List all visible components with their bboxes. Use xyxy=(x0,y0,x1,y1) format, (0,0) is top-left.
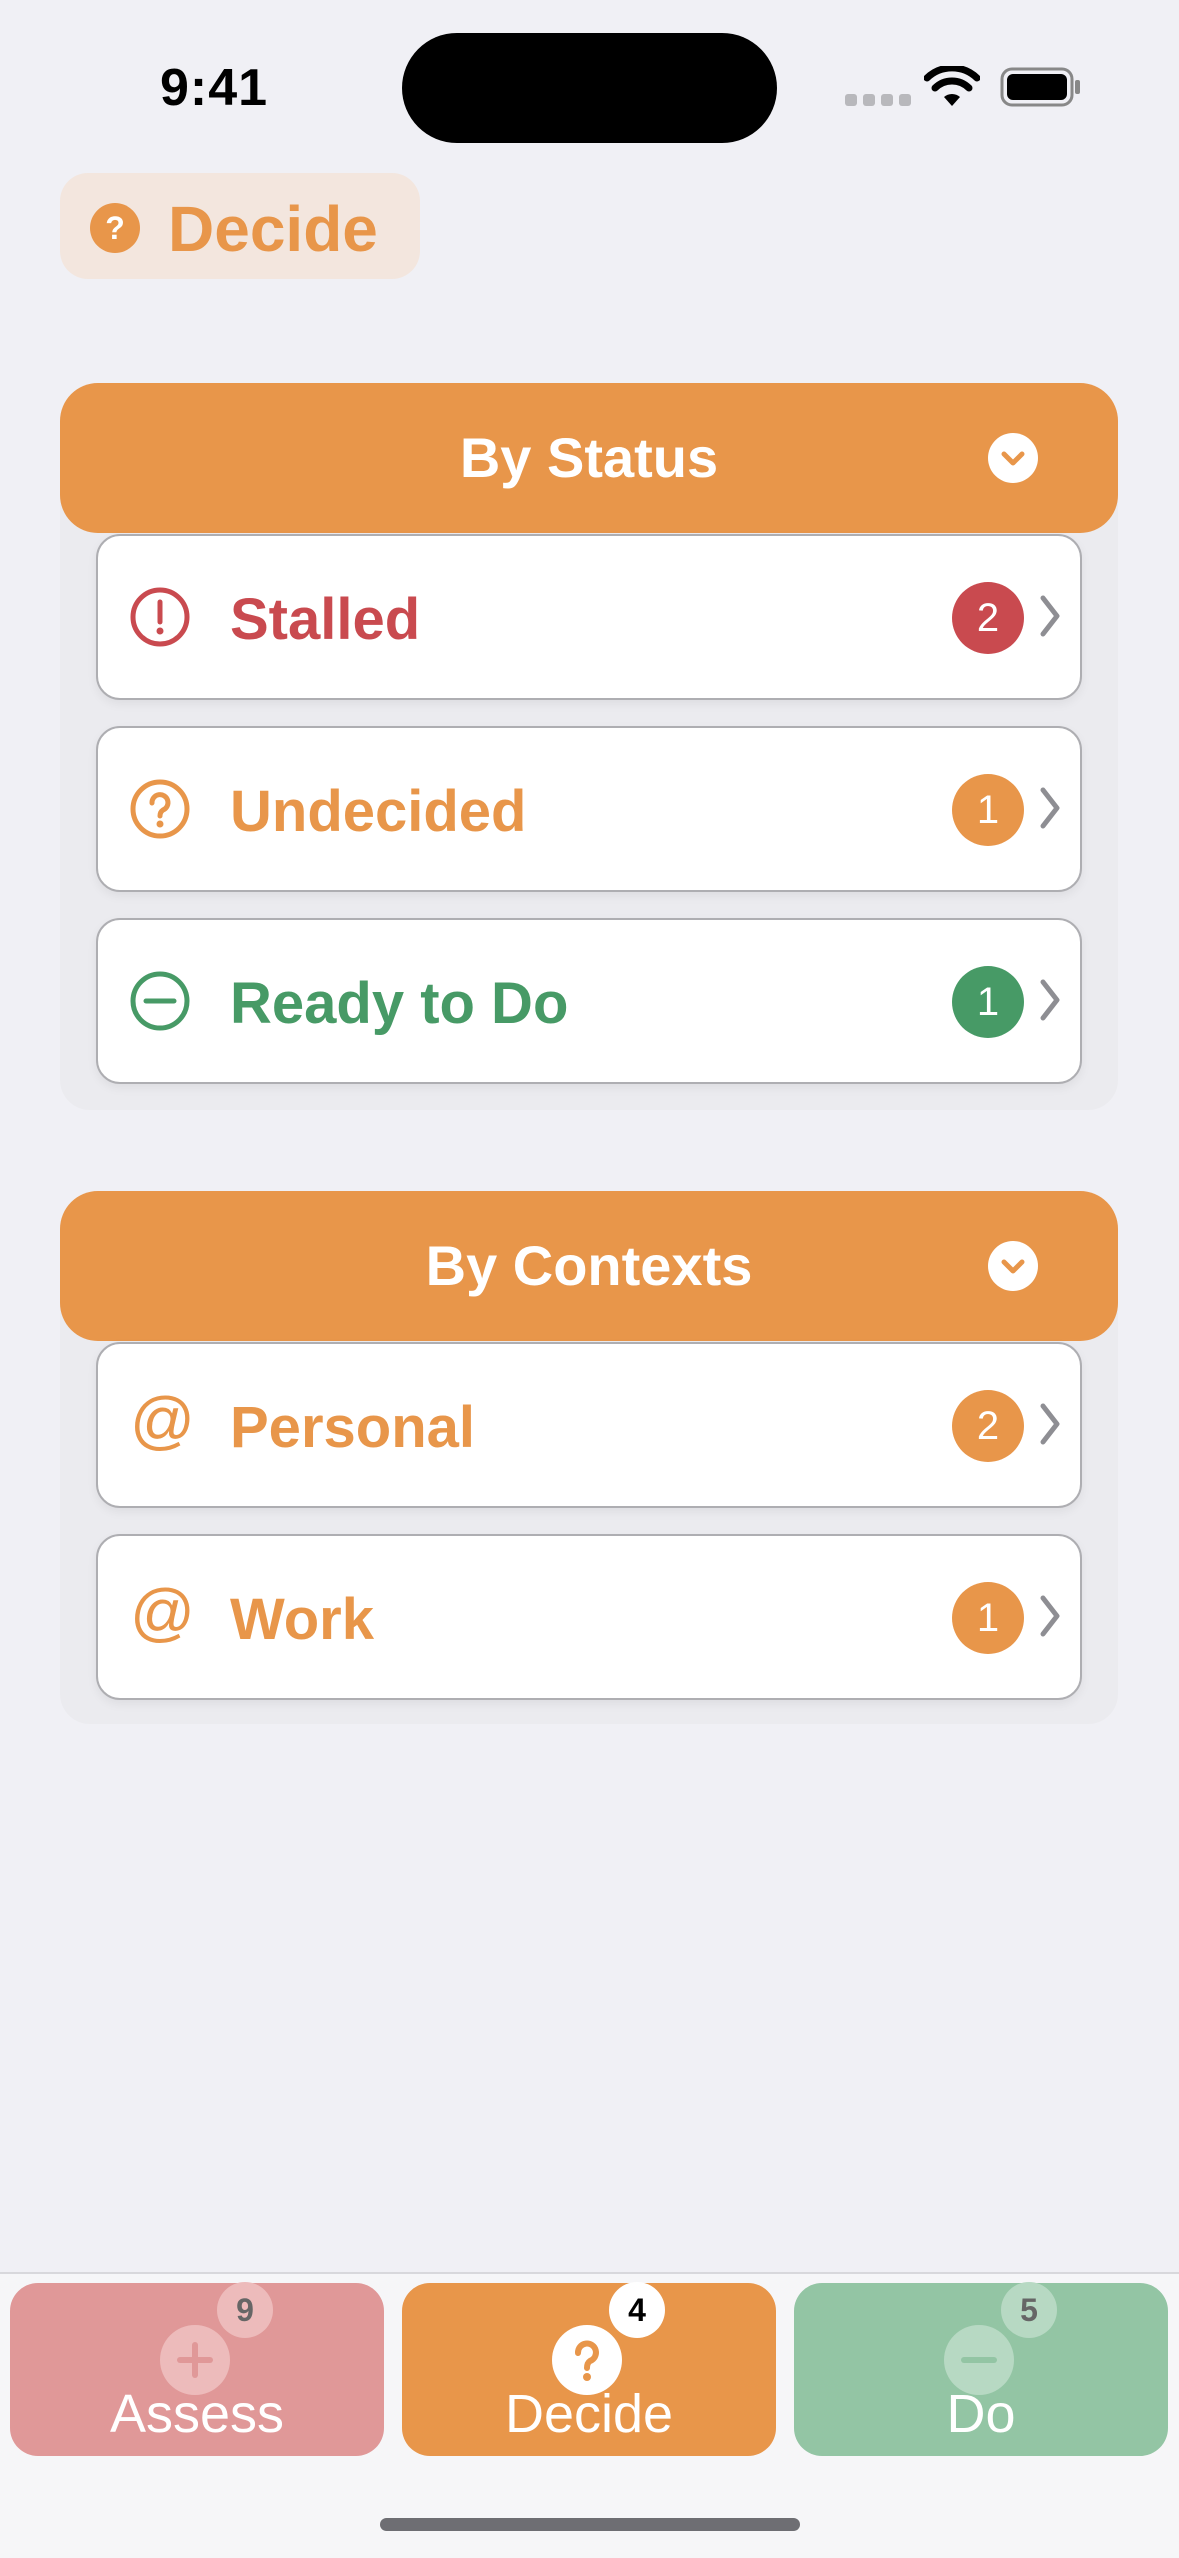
row-label: Undecided xyxy=(230,779,527,844)
count-badge: 1 xyxy=(952,966,1024,1038)
page-title: Decide xyxy=(168,193,378,265)
count-badge: 2 xyxy=(952,1390,1024,1462)
chevron-right-icon xyxy=(1038,978,1062,1027)
tab-label: Do xyxy=(946,2384,1016,2444)
tab-label: Assess xyxy=(109,2384,285,2444)
status-section-title: By Status xyxy=(459,426,719,489)
dynamic-island xyxy=(402,33,777,143)
chevron-down-icon[interactable] xyxy=(988,433,1038,483)
tab-decide[interactable]: Decide 4 xyxy=(402,2282,776,2456)
status-row-ready-to-do[interactable]: Ready to Do 1 xyxy=(96,918,1082,1084)
chevron-right-icon xyxy=(1038,1402,1062,1451)
status-section-header[interactable]: By Status xyxy=(60,383,1118,533)
exclamation-circle-icon xyxy=(130,587,190,647)
tab-count-badge: 5 xyxy=(1001,2282,1057,2338)
minus-circle-icon xyxy=(130,971,190,1031)
row-label: Stalled xyxy=(230,587,421,652)
count-badge: 1 xyxy=(952,1582,1024,1654)
row-label: Work xyxy=(230,1587,374,1652)
question-icon: ? xyxy=(90,203,140,253)
chevron-right-icon xyxy=(1038,786,1062,835)
status-time: 9:41 xyxy=(160,59,269,117)
cellular-signal-icon xyxy=(845,93,917,111)
wifi-icon xyxy=(923,64,981,115)
question-circle-icon xyxy=(130,779,190,839)
tab-label: Decide xyxy=(504,2384,674,2444)
row-label: Ready to Do xyxy=(230,971,569,1036)
at-sign-icon: @ xyxy=(130,1384,195,1456)
status-row-stalled[interactable]: Stalled 2 xyxy=(96,534,1082,700)
chevron-right-icon xyxy=(1038,1594,1062,1643)
count-badge: 2 xyxy=(952,582,1024,654)
chevron-right-icon xyxy=(1038,594,1062,643)
status-row-undecided[interactable]: Undecided 1 xyxy=(96,726,1082,892)
context-row-personal[interactable]: @ Personal 2 xyxy=(96,1342,1082,1508)
row-label: Personal xyxy=(230,1395,475,1460)
tab-do[interactable]: Do 5 xyxy=(794,2282,1168,2456)
context-row-work[interactable]: @ Work 1 xyxy=(96,1534,1082,1700)
contexts-section-title: By Contexts xyxy=(425,1234,753,1297)
contexts-section-header[interactable]: By Contexts xyxy=(60,1191,1118,1341)
tab-assess[interactable]: Assess 9 xyxy=(10,2282,384,2456)
home-indicator[interactable] xyxy=(380,2518,800,2531)
count-badge: 1 xyxy=(952,774,1024,846)
at-sign-icon: @ xyxy=(130,1576,195,1648)
chevron-down-icon[interactable] xyxy=(988,1241,1038,1291)
tab-count-badge: 4 xyxy=(609,2282,665,2338)
battery-icon xyxy=(1000,67,1082,112)
tab-count-badge: 9 xyxy=(217,2282,273,2338)
